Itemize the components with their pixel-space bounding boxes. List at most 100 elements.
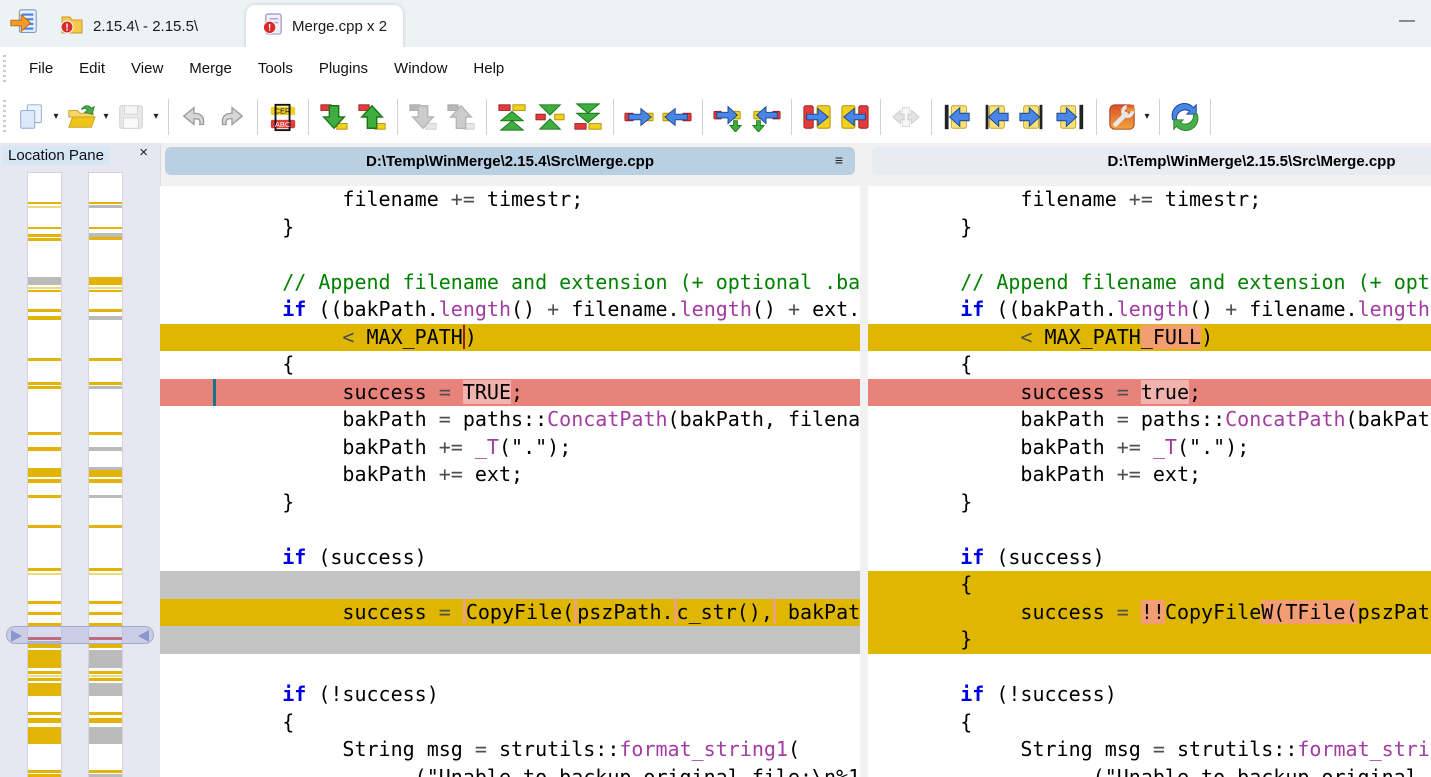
location-viewport-indicator[interactable] <box>6 626 154 644</box>
diff-location-bar[interactable] <box>89 525 122 528</box>
diff-location-bar[interactable] <box>89 316 122 320</box>
current-difference-button[interactable] <box>531 96 569 138</box>
diff-location-bar[interactable] <box>28 277 61 285</box>
diff-location-bar[interactable] <box>28 206 61 208</box>
code-line-3[interactable] <box>160 241 860 269</box>
diff-location-bar[interactable] <box>28 718 61 723</box>
copy-all-left-button[interactable] <box>836 96 874 138</box>
copy-right-button[interactable] <box>620 96 658 138</box>
diff-location-bar[interactable] <box>89 678 122 681</box>
diff-location-bar[interactable] <box>28 727 61 744</box>
diff-location-bar[interactable] <box>89 287 122 289</box>
diff-location-bar[interactable] <box>28 525 61 528</box>
code-line-19[interactable]: if (!success) <box>160 681 860 709</box>
diff-location-bar[interactable] <box>89 237 122 240</box>
diff-location-bar[interactable] <box>28 287 61 289</box>
diff-location-bar[interactable] <box>28 712 61 715</box>
diff-location-bar[interactable] <box>89 358 122 361</box>
code-line-14[interactable]: if (success) <box>868 544 1431 572</box>
diff-location-bar[interactable] <box>89 683 122 696</box>
open-button[interactable] <box>62 96 100 138</box>
code-line-2[interactable]: } <box>160 214 860 242</box>
diff-location-bar[interactable] <box>89 601 122 604</box>
diff-location-bar[interactable] <box>89 727 122 744</box>
line-diff-highlight-button[interactable]: CERABC <box>264 96 302 138</box>
last-difference-button[interactable] <box>569 96 607 138</box>
diff-location-bar[interactable] <box>89 644 122 648</box>
diff-location-bar[interactable] <box>28 432 61 435</box>
code-line-12[interactable]: } <box>160 489 860 517</box>
tab-1[interactable]: !2.15.4\ - 2.15.5\ <box>44 5 214 47</box>
diff-location-bar[interactable] <box>28 683 61 696</box>
code-line-1[interactable]: filename += timestr; <box>160 186 860 214</box>
menu-tools[interactable]: Tools <box>245 56 306 81</box>
code-line-6[interactable]: < MAX_PATH) <box>160 324 860 352</box>
diff-location-bar[interactable] <box>28 675 61 677</box>
diff-location-bar[interactable] <box>28 671 61 674</box>
options-button[interactable] <box>1103 96 1141 138</box>
diff-location-bar[interactable] <box>89 309 122 312</box>
code-line-5[interactable]: if ((bakPath.length() + filename.length(… <box>160 296 860 324</box>
code-line-4[interactable]: // Append filename and extension (+ opti… <box>160 269 860 297</box>
code-line-21[interactable]: String msg = strutils::format_string1( <box>160 736 860 764</box>
next-difference-button[interactable] <box>315 96 353 138</box>
menu-file[interactable]: File <box>16 56 66 81</box>
code-line-18[interactable] <box>160 654 860 682</box>
pane-menu-icon[interactable]: ≡ <box>835 152 843 168</box>
code-line-11[interactable]: bakPath += ext; <box>160 461 860 489</box>
diff-location-bar[interactable] <box>89 382 122 385</box>
diff-location-bar[interactable] <box>89 386 122 389</box>
diff-location-bar[interactable] <box>89 227 122 229</box>
diff-location-bar[interactable] <box>89 712 122 715</box>
code-line-20[interactable]: { <box>160 709 860 737</box>
diff-location-bar[interactable] <box>28 644 61 648</box>
menu-plugins[interactable]: Plugins <box>306 56 381 81</box>
left-file-path-header[interactable]: D:\Temp\WinMerge\2.15.4\Src\Merge.cpp ≡ <box>165 147 855 175</box>
first-file-button[interactable] <box>938 96 976 138</box>
diff-location-bar[interactable] <box>89 447 122 451</box>
diff-location-bar[interactable] <box>89 432 122 435</box>
diff-location-bar[interactable] <box>89 290 122 292</box>
previous-file-button[interactable] <box>976 96 1014 138</box>
diff-location-bar[interactable] <box>89 202 122 204</box>
diff-location-bar[interactable] <box>28 309 61 312</box>
code-line-13[interactable] <box>160 516 860 544</box>
copy-all-right-button[interactable] <box>798 96 836 138</box>
code-line-1[interactable]: filename += timestr; <box>868 186 1431 214</box>
right-file-path-header[interactable]: D:\Temp\WinMerge\2.15.5\Src\Merge.cpp <box>872 147 1431 175</box>
code-line-11[interactable]: bakPath += ext; <box>868 461 1431 489</box>
code-line-21[interactable]: String msg = strutils::format_string1( <box>868 736 1431 764</box>
close-icon[interactable]: × <box>139 144 148 161</box>
diff-location-bar[interactable] <box>28 316 61 320</box>
location-pane[interactable]: Location Pane × <box>0 143 161 777</box>
diff-location-bar[interactable] <box>89 612 122 615</box>
code-editor-left[interactable]: filename += timestr; } // Append filenam… <box>160 186 860 777</box>
code-line-10[interactable]: bakPath += _T("."); <box>868 434 1431 462</box>
open-dropdown-icon[interactable]: ▾ <box>100 111 112 122</box>
code-line-10[interactable]: bakPath += _T("."); <box>160 434 860 462</box>
diff-location-bar[interactable] <box>28 447 61 451</box>
code-line-15[interactable] <box>160 571 860 599</box>
first-difference-button[interactable] <box>493 96 531 138</box>
diff-location-bar[interactable] <box>28 202 61 204</box>
diff-location-bar[interactable] <box>89 671 122 674</box>
code-line-14[interactable]: if (success) <box>160 544 860 572</box>
diff-location-bar[interactable] <box>28 495 61 498</box>
menu-window[interactable]: Window <box>381 56 460 81</box>
code-line-13[interactable] <box>868 516 1431 544</box>
code-line-19[interactable]: if (!success) <box>868 681 1431 709</box>
diff-location-bar[interactable] <box>28 234 61 237</box>
code-line-17[interactable] <box>160 626 860 654</box>
diff-location-bar[interactable] <box>89 479 122 483</box>
diff-location-bar[interactable] <box>89 205 122 208</box>
code-line-9[interactable]: bakPath = paths::ConcatPath(bakPath, fil… <box>160 406 860 434</box>
diff-location-bar[interactable] <box>89 573 122 575</box>
menu-view[interactable]: View <box>118 56 176 81</box>
diff-location-bar[interactable] <box>89 770 122 773</box>
minimize-button[interactable]: — <box>1399 12 1415 30</box>
diff-location-bar[interactable] <box>28 650 61 668</box>
diff-location-bar[interactable] <box>89 675 122 677</box>
diff-location-bar[interactable] <box>28 468 61 477</box>
undo-button[interactable] <box>175 96 213 138</box>
tab-2[interactable]: !Merge.cpp x 2 <box>246 5 403 47</box>
